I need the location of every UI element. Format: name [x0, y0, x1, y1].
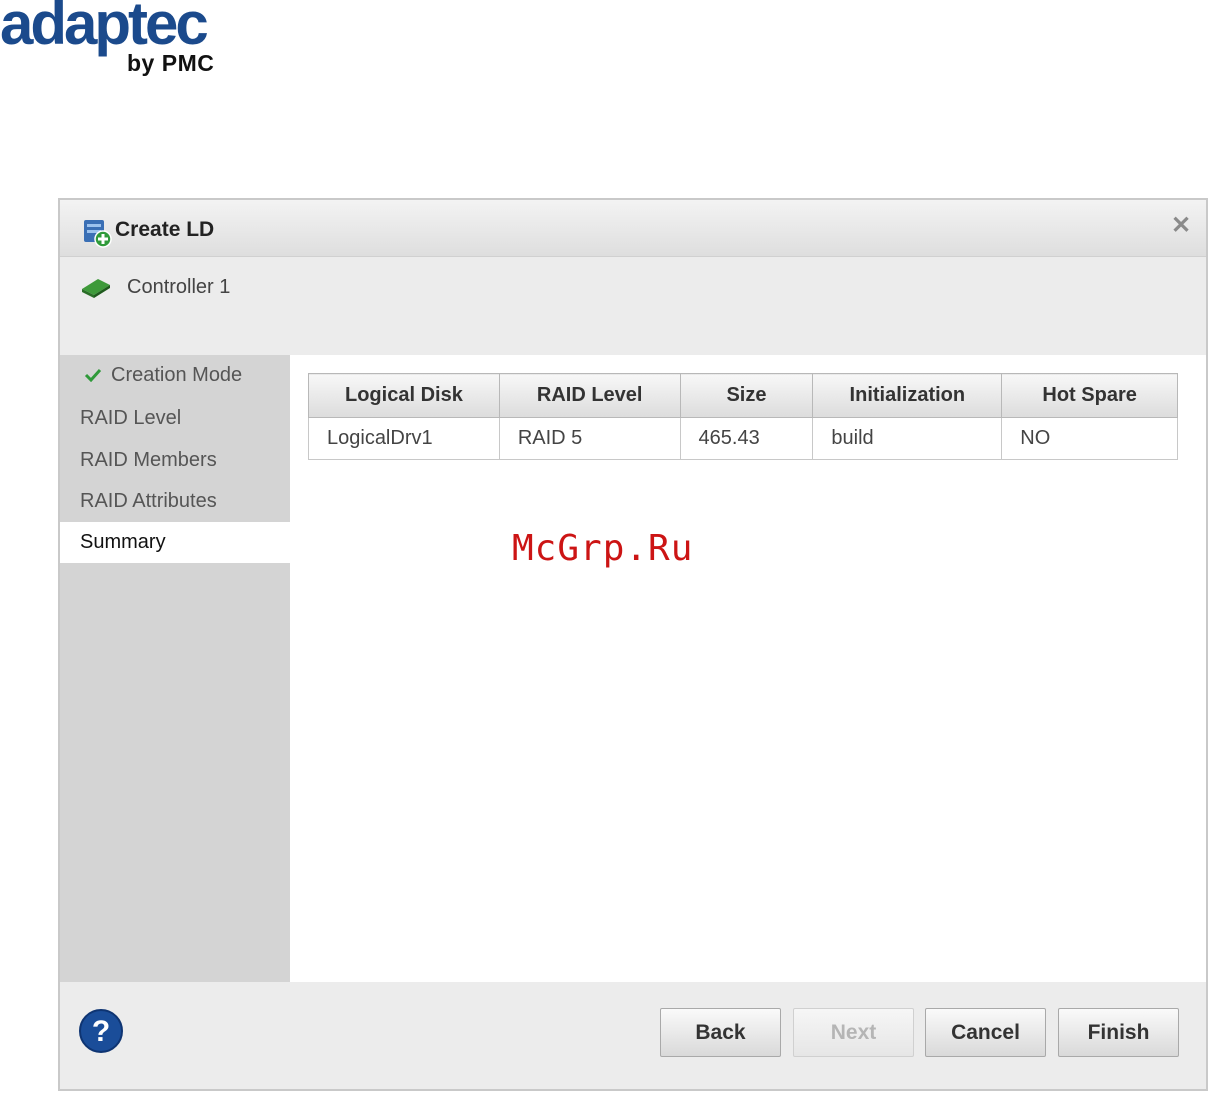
summary-panel: Logical Disk RAID Level Size Initializat… [290, 355, 1206, 982]
step-label: Summary [80, 531, 166, 553]
create-ld-dialog: Create LD ✕ Controller 1 Creation Mode R… [58, 198, 1208, 1091]
cancel-button[interactable]: Cancel [925, 1008, 1046, 1057]
logo-wordmark: adaptec [0, 0, 209, 57]
step-summary[interactable]: Summary [60, 522, 290, 563]
step-label: RAID Attributes [80, 490, 217, 512]
dialog-title: Create LD [115, 218, 215, 241]
column-header-initialization[interactable]: Initialization [812, 373, 1003, 418]
cell-logical-disk: LogicalDrv1 [308, 417, 500, 460]
close-icon[interactable]: ✕ [1170, 214, 1192, 238]
wizard-steps-sidebar: Creation Mode RAID Level RAID Members RA… [60, 355, 290, 982]
help-icon[interactable]: ? [78, 1008, 124, 1054]
watermark: McGrp.Ru [512, 528, 694, 569]
step-creation-mode[interactable]: Creation Mode [60, 355, 290, 396]
cell-size: 465.43 [679, 417, 814, 460]
back-button[interactable]: Back [660, 1008, 781, 1057]
cell-hot-spare: NO [1001, 417, 1178, 460]
step-label: RAID Members [80, 449, 217, 471]
column-header-raid-level[interactable]: RAID Level [498, 373, 681, 418]
logo-subtitle: by PMC [127, 50, 215, 76]
step-raid-members[interactable]: RAID Members [60, 440, 290, 481]
table-header-row: Logical Disk RAID Level Size Initializat… [308, 373, 1178, 418]
create-logical-drive-icon [84, 220, 112, 248]
check-icon [84, 368, 102, 382]
controller-header: Controller 1 [60, 257, 1206, 355]
controller-card-icon [82, 279, 110, 298]
dialog-footer: ? Back Next Cancel Finish [60, 982, 1206, 1089]
table-row[interactable]: LogicalDrv1 RAID 5 465.43 build NO [308, 417, 1178, 460]
step-label: RAID Level [80, 407, 182, 429]
cell-initialization: build [812, 417, 1003, 460]
adaptec-logo: adaptec by PMC [0, 0, 260, 84]
cell-raid-level: RAID 5 [498, 417, 681, 460]
step-raid-attributes[interactable]: RAID Attributes [60, 481, 290, 522]
step-label: Creation Mode [111, 364, 243, 386]
column-header-logical-disk[interactable]: Logical Disk [308, 373, 500, 418]
column-header-hot-spare[interactable]: Hot Spare [1001, 373, 1178, 418]
step-raid-level[interactable]: RAID Level [60, 398, 290, 439]
next-button[interactable]: Next [793, 1008, 914, 1057]
summary-table: Logical Disk RAID Level Size Initializat… [308, 373, 1178, 460]
svg-text:?: ? [92, 1015, 110, 1048]
controller-label: Controller 1 [127, 276, 231, 298]
dialog-titlebar: Create LD ✕ [60, 200, 1206, 257]
finish-button[interactable]: Finish [1058, 1008, 1179, 1057]
column-header-size[interactable]: Size [679, 373, 814, 418]
